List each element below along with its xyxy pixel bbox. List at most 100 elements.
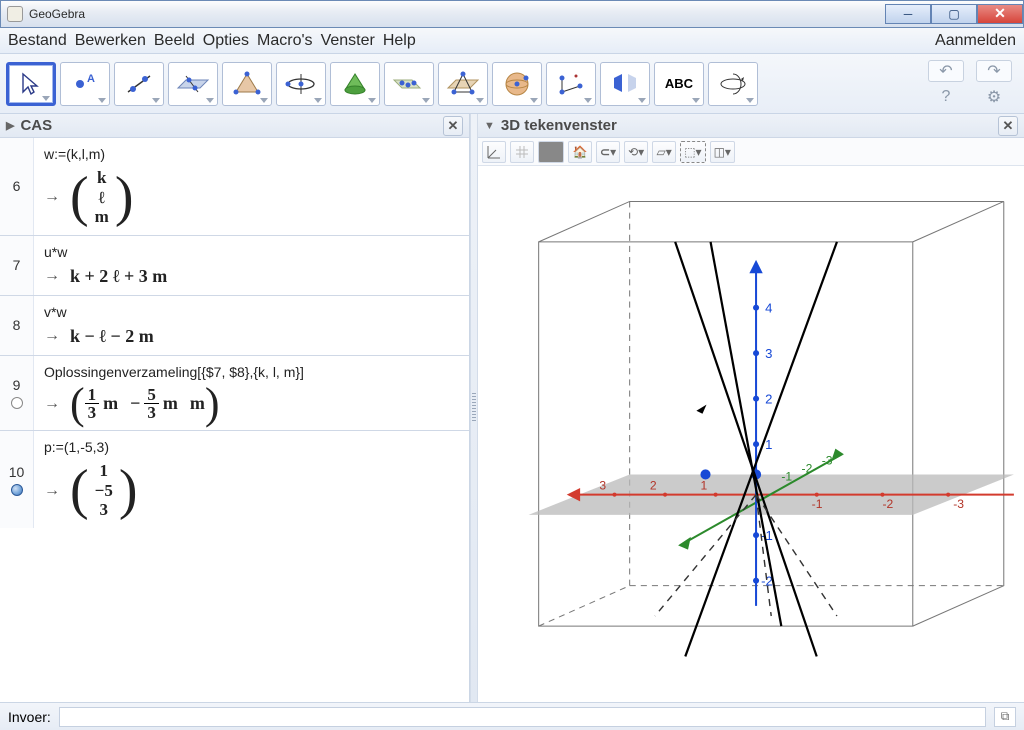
- tool-angle[interactable]: [546, 62, 596, 106]
- frac-den: 3: [85, 404, 100, 422]
- help-list-icon: ⧉: [1001, 709, 1010, 724]
- vec-el: −5: [95, 481, 113, 501]
- view-axes-button[interactable]: [482, 141, 506, 163]
- cas-panel: ▶ CAS ✕ 6 w:=(k,l,m) → ( k ℓ: [0, 114, 470, 702]
- help-icon: ?: [942, 88, 951, 106]
- cursor-icon: [17, 70, 45, 98]
- 3d-canvas[interactable]: 321 -1-2-3 -1-2-3: [478, 166, 1024, 702]
- tool-line[interactable]: [114, 62, 164, 106]
- tool-pyramid[interactable]: [222, 62, 272, 106]
- rotate-view-icon: [718, 70, 748, 98]
- 3d-close-button[interactable]: ✕: [998, 116, 1018, 136]
- input-bar: Invoer: ⧉: [0, 702, 1024, 730]
- close-icon: ✕: [1003, 118, 1014, 134]
- view-plane-button[interactable]: [538, 141, 564, 163]
- maximize-button[interactable]: ▢: [931, 4, 977, 24]
- splitter[interactable]: [470, 114, 478, 702]
- cas-row[interactable]: 9 Oplossingenverzameling[{$7, $8},{k, l,…: [0, 356, 469, 432]
- close-button[interactable]: ✕: [977, 4, 1023, 24]
- view-home-button[interactable]: 🏠: [568, 141, 592, 163]
- svg-text:-2: -2: [882, 497, 893, 511]
- redo-button[interactable]: ↷: [976, 60, 1012, 82]
- cas-close-button[interactable]: ✕: [443, 116, 463, 136]
- circle3d-icon: [284, 70, 318, 98]
- row-number: 9: [13, 377, 21, 393]
- 3d-title: 3D tekenvenster: [501, 117, 617, 134]
- view-clipping-button[interactable]: ⬚▾: [680, 141, 705, 163]
- svg-text:2: 2: [765, 392, 772, 407]
- tool-plane[interactable]: [168, 62, 218, 106]
- help-button[interactable]: ?: [928, 86, 964, 108]
- view-snap-button[interactable]: ⊂▾: [596, 141, 620, 163]
- cas-body[interactable]: 6 w:=(k,l,m) → ( k ℓ m ): [0, 138, 469, 702]
- tool-point[interactable]: A: [60, 62, 110, 106]
- svg-text:2: 2: [650, 479, 657, 493]
- cas-output: k − ℓ − 2 m: [70, 326, 154, 347]
- cas-title: CAS: [20, 117, 52, 134]
- tool-sphere[interactable]: [492, 62, 542, 106]
- row-number: 6: [13, 178, 21, 194]
- cas-row[interactable]: 7 u*w → k + 2 ℓ + 3 m: [0, 236, 469, 296]
- row-number: 10: [9, 464, 25, 480]
- cas-header[interactable]: ▶ CAS ✕: [0, 114, 469, 138]
- minus: −: [130, 393, 140, 414]
- frac-num: 1: [85, 386, 100, 405]
- signin-link[interactable]: Aanmelden: [935, 32, 1016, 50]
- axes-icon: [486, 144, 502, 160]
- svg-text:1: 1: [765, 437, 772, 452]
- cas-row[interactable]: 8 v*w → k − ℓ − 2 m: [0, 296, 469, 356]
- tool-cone[interactable]: [330, 62, 380, 106]
- svg-text:-2: -2: [802, 461, 813, 475]
- menu-help[interactable]: Help: [383, 32, 416, 50]
- cas-row[interactable]: 10 p:=(1,-5,3) → ( 1 −5 3 ): [0, 431, 469, 528]
- minimize-button[interactable]: ─: [885, 4, 931, 24]
- cas-row[interactable]: 6 w:=(k,l,m) → ( k ℓ m ): [0, 138, 469, 236]
- visibility-marker[interactable]: [11, 397, 23, 409]
- pyramid-icon: [232, 70, 262, 98]
- row-number: 7: [13, 257, 21, 273]
- undo-button[interactable]: ↶: [928, 60, 964, 82]
- tool-move[interactable]: [6, 62, 56, 106]
- tool-text[interactable]: ABC: [654, 62, 704, 106]
- vec-el: 1: [100, 461, 109, 481]
- menu-file[interactable]: Bestand: [8, 32, 67, 50]
- tool-reflect[interactable]: [600, 62, 650, 106]
- command-input[interactable]: [59, 707, 986, 727]
- svg-text:-3: -3: [953, 497, 964, 511]
- main-toolbar: A ABC: [0, 54, 1024, 114]
- tool-rotate-view[interactable]: [708, 62, 758, 106]
- view-projection-button[interactable]: ▱▾: [652, 141, 676, 163]
- cas-output: k + 2 ℓ + 3 m: [70, 266, 167, 287]
- frac-num: 5: [144, 386, 159, 405]
- svg-text:-3: -3: [822, 453, 833, 467]
- tool-circle3d[interactable]: [276, 62, 326, 106]
- undo-icon: ↶: [939, 61, 952, 81]
- 3d-panel: ▼ 3D tekenvenster ✕ 🏠 ⊂▾ ⟲▾ ▱▾ ⬚▾ ◫▾: [478, 114, 1024, 702]
- intersect-icon: [392, 70, 426, 98]
- cas-input: Oplossingenverzameling[{$7, $8},{k, l, m…: [44, 364, 459, 380]
- tool-intersect[interactable]: [384, 62, 434, 106]
- close-icon: ✕: [448, 118, 459, 134]
- magnet-icon: ⊂: [600, 145, 610, 159]
- main-area: ▶ CAS ✕ 6 w:=(k,l,m) → ( k ℓ: [0, 114, 1024, 702]
- menu-view[interactable]: Beeld: [154, 32, 195, 50]
- tool-plane3pts[interactable]: [438, 62, 488, 106]
- menu-options[interactable]: Opties: [203, 32, 249, 50]
- menu-window[interactable]: Venster: [321, 32, 375, 50]
- view-rotate-button[interactable]: ⟲▾: [624, 141, 648, 163]
- 3d-header[interactable]: ▼ 3D tekenvenster ✕: [478, 114, 1024, 138]
- menu-bar: Bestand Bewerken Beeld Opties Macro's Ve…: [0, 28, 1024, 54]
- vec-el: m: [95, 207, 109, 227]
- view-type-button[interactable]: ◫▾: [710, 141, 735, 163]
- menu-edit[interactable]: Bewerken: [75, 32, 146, 50]
- settings-button[interactable]: ⚙: [976, 86, 1012, 108]
- cas-input: v*w: [44, 304, 459, 320]
- visibility-marker[interactable]: [11, 484, 23, 496]
- svg-text:-1: -1: [781, 470, 792, 484]
- menu-macros[interactable]: Macro's: [257, 32, 313, 50]
- view-grid-button[interactable]: [510, 141, 534, 163]
- input-help-button[interactable]: ⧉: [994, 707, 1016, 727]
- row-number: 8: [13, 317, 21, 333]
- svg-text:3: 3: [599, 479, 606, 493]
- arrow-icon: →: [44, 267, 60, 285]
